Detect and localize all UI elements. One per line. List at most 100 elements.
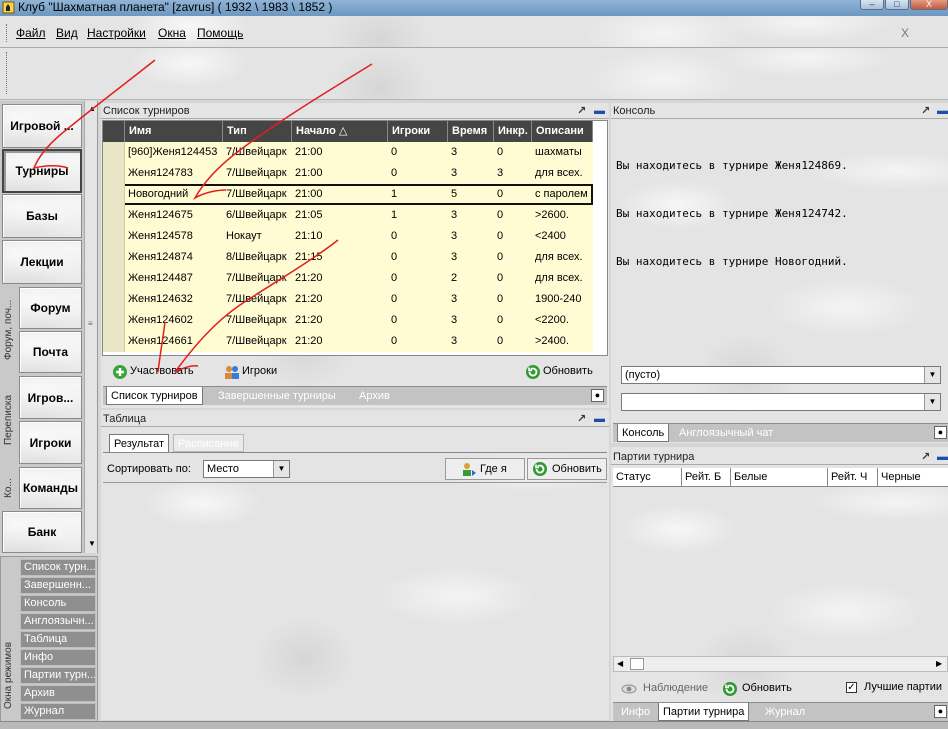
row-header[interactable]: [103, 205, 125, 226]
nav-teams[interactable]: Команды: [19, 467, 82, 509]
col-start[interactable]: Начало △: [292, 121, 388, 142]
row-header[interactable]: [103, 163, 125, 184]
nav-forum[interactable]: Форум: [19, 287, 82, 329]
undock-icon[interactable]: ↗: [921, 104, 930, 119]
menu-view[interactable]: Вид: [56, 26, 78, 40]
tab-info[interactable]: Инфо: [617, 703, 654, 721]
players-button[interactable]: Игроки: [224, 362, 277, 382]
row-header[interactable]: [103, 289, 125, 310]
mode-item-journal[interactable]: Журнал: [20, 703, 96, 720]
menu-close-button[interactable]: X: [901, 26, 909, 40]
row-header[interactable]: [103, 268, 125, 289]
col-black[interactable]: Черные: [878, 468, 948, 486]
col-description[interactable]: Описани: [532, 121, 593, 142]
col-time[interactable]: Время: [448, 121, 494, 142]
refresh-tournaments-button[interactable]: Обновить: [525, 362, 593, 382]
col-white-rating[interactable]: Рейт. Б: [682, 468, 731, 486]
table-row[interactable]: Новогодний 7/Швейцарк 21:00 1 5 0 с паролем: [103, 184, 593, 205]
refresh-games-button[interactable]: Обновить: [722, 679, 792, 699]
tab-tournament-games[interactable]: Партии турнира: [658, 703, 750, 721]
nav-databases[interactable]: Базы: [2, 194, 82, 238]
chevron-down-icon[interactable]: ▼: [924, 367, 940, 383]
minimize-button[interactable]: –: [860, 0, 884, 10]
nav-game-room[interactable]: Игровой ...: [2, 104, 82, 148]
console-input-select[interactable]: ▼: [621, 393, 941, 411]
col-status[interactable]: Статус: [613, 468, 682, 486]
subtab-schedule[interactable]: Расписание: [173, 434, 244, 452]
table-row[interactable]: Женя124874 8/Швейцарк 21:15 0 3 0 для всех.: [103, 247, 593, 268]
scroll-left-icon[interactable]: ◀: [617, 659, 623, 668]
minimize-panel-icon[interactable]: ▬: [594, 412, 605, 427]
tab-english-chat[interactable]: Англоязычный чат: [675, 424, 777, 442]
table-row[interactable]: Женя124602 7/Швейцарк 21:20 0 3 0 <2200.: [103, 310, 593, 331]
tab-completed-tournaments[interactable]: Завершенные турниры: [214, 387, 340, 405]
menu-windows[interactable]: Окна: [158, 26, 186, 40]
menu-file[interactable]: Файл: [16, 26, 46, 40]
maximize-button[interactable]: □: [885, 0, 909, 10]
mode-item-english-chat[interactable]: Англоязычн...: [20, 613, 96, 630]
mode-item-archive[interactable]: Архив: [20, 685, 96, 702]
tabs-menu-icon[interactable]: ●: [591, 389, 604, 402]
undock-icon[interactable]: ↗: [577, 104, 586, 119]
tab-journal[interactable]: Журнал: [761, 703, 809, 721]
nav-games[interactable]: Игров...: [19, 376, 82, 419]
table-row[interactable]: [960]Женя124453 7/Швейцарк 21:00 0 3 0 шахматы: [103, 142, 593, 163]
menu-settings[interactable]: Настройки: [87, 26, 146, 40]
menu-grip[interactable]: [6, 24, 9, 42]
close-button[interactable]: X: [910, 0, 948, 10]
nav-lectures[interactable]: Лекции: [2, 240, 82, 284]
table-row[interactable]: Женя124632 7/Швейцарк 21:20 0 3 0 1900-240: [103, 289, 593, 310]
tabs-menu-icon[interactable]: ●: [934, 426, 947, 439]
col-increment[interactable]: Инкр.: [494, 121, 532, 142]
row-header[interactable]: [103, 331, 125, 352]
mode-item-completed[interactable]: Завершенн...: [20, 577, 96, 594]
undock-icon[interactable]: ↗: [577, 412, 586, 427]
tab-console[interactable]: Консоль: [617, 424, 670, 442]
nav-players[interactable]: Игроки: [19, 421, 82, 464]
row-header[interactable]: [103, 184, 125, 205]
col-type[interactable]: Тип: [223, 121, 292, 142]
table-row[interactable]: Женя124661 7/Швейцарк 21:20 0 3 0 >2400.: [103, 331, 593, 352]
tab-archive[interactable]: Архив: [355, 387, 394, 405]
nav-mail[interactable]: Почта: [19, 331, 82, 373]
join-button[interactable]: Участвовать: [112, 362, 194, 382]
minimize-panel-icon[interactable]: ▬: [594, 104, 605, 119]
table-row[interactable]: Женя124675 6/Швейцарк 21:05 1 3 0 >2600.: [103, 205, 593, 226]
row-header[interactable]: [103, 142, 125, 163]
where-am-i-button[interactable]: Где я: [445, 458, 525, 480]
tab-tournament-list[interactable]: Список турниров: [106, 387, 203, 405]
scroll-down-icon[interactable]: ▼: [88, 539, 96, 548]
mode-item-table[interactable]: Таблица: [20, 631, 96, 648]
undock-icon[interactable]: ↗: [921, 450, 930, 465]
scroll-up-icon[interactable]: ▲: [88, 104, 96, 113]
nav-bank[interactable]: Банк: [2, 511, 82, 553]
nav-tournaments[interactable]: Турниры: [2, 149, 82, 193]
nav-group-correspondence[interactable]: Переписка: [3, 376, 17, 464]
row-header[interactable]: [103, 226, 125, 247]
toolbar-grip[interactable]: [6, 52, 9, 94]
row-header[interactable]: [103, 247, 125, 268]
watch-button[interactable]: Наблюдение: [621, 679, 708, 699]
console-target-select[interactable]: (пусто) ▼: [621, 366, 941, 384]
table-row[interactable]: Женя124487 7/Швейцарк 21:20 0 2 0 для всех.: [103, 268, 593, 289]
nav-scrollbar[interactable]: ▲ ≡ ▼: [84, 101, 97, 553]
tabs-menu-icon[interactable]: ●: [934, 705, 947, 718]
table-row[interactable]: Женя124578 Нокаут 21:10 0 3 0 <2400: [103, 226, 593, 247]
games-hscrollbar[interactable]: ◀ ▶: [613, 656, 948, 672]
col-name[interactable]: Имя: [125, 121, 223, 142]
sort-select[interactable]: Место ▼: [203, 460, 290, 478]
grip-icon[interactable]: ≡: [88, 319, 93, 328]
menu-help[interactable]: Помощь: [197, 26, 243, 40]
mode-item-console[interactable]: Консоль: [20, 595, 96, 612]
scroll-right-icon[interactable]: ▶: [936, 659, 942, 668]
subtab-result[interactable]: Результат: [109, 434, 170, 452]
scroll-thumb[interactable]: [630, 658, 644, 670]
minimize-panel-icon[interactable]: ▬: [937, 104, 948, 119]
best-games-checkbox[interactable]: ✓: [846, 682, 857, 693]
row-header[interactable]: [103, 310, 125, 331]
mode-item-tournament-list[interactable]: Список турн...: [20, 559, 96, 576]
col-white[interactable]: Белые: [731, 468, 828, 486]
mode-item-info[interactable]: Инфо: [20, 649, 96, 666]
nav-group-forum[interactable]: Форум, поч...: [3, 287, 17, 373]
col-players[interactable]: Игроки: [388, 121, 448, 142]
